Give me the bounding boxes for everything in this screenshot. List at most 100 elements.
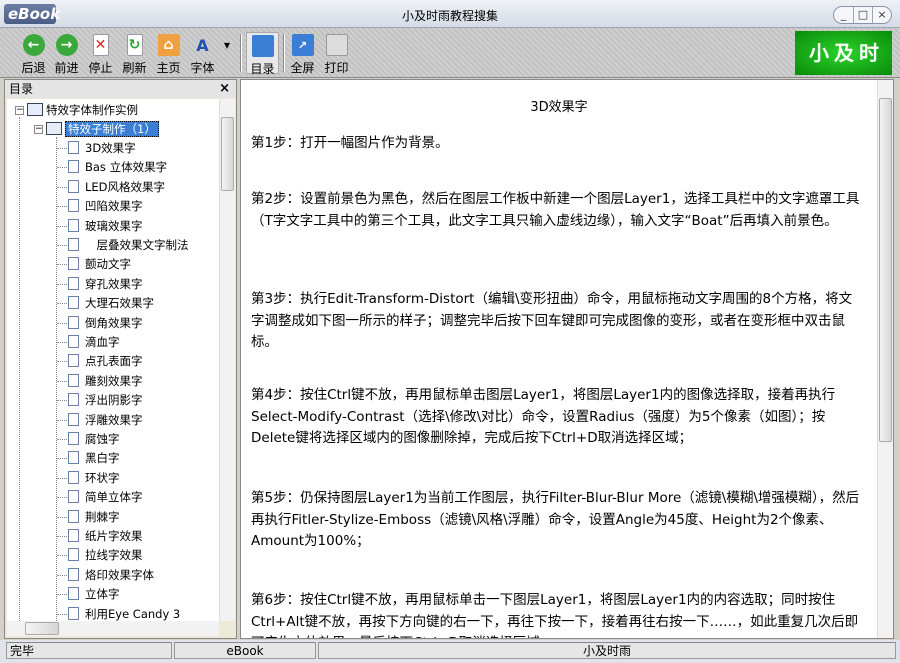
book-icon	[27, 103, 43, 116]
maximize-button[interactable]: □	[853, 7, 872, 23]
document-icon	[68, 393, 79, 407]
fullscreen-icon: ↗	[291, 34, 314, 56]
document-icon	[68, 335, 79, 348]
toc-vertical-scrollbar[interactable]	[219, 99, 235, 621]
refresh-button[interactable]: ↻ 刷新	[118, 32, 151, 75]
toc-icon	[251, 35, 274, 57]
tree-item-label: 凹陷效果字	[85, 199, 143, 214]
fullscreen-button[interactable]: ↗ 全屏	[286, 32, 319, 75]
tree-item-label: 环状字	[85, 470, 120, 485]
window-title: 小及时雨教程搜集	[401, 9, 498, 23]
tree-folder[interactable]: − 特效子制作（1）	[34, 120, 159, 138]
tree-item-label: 雕刻效果字	[85, 373, 143, 388]
tree-item[interactable]: 利用Eye Candy 3	[57, 605, 180, 621]
tree-item[interactable]: LED风格效果字	[57, 178, 165, 196]
tree-item[interactable]: 雕刻效果字	[57, 372, 143, 390]
forward-label: 前进	[54, 61, 79, 75]
tree-item-label: Bas 立体效果字	[85, 160, 168, 175]
tree-item[interactable]: 倒角效果字	[57, 314, 143, 332]
tree-item[interactable]: 简单立体字	[57, 488, 143, 506]
tree-item-label: 立体字	[85, 587, 120, 602]
tree-item[interactable]: 穿孔效果字	[57, 275, 143, 293]
tree-item-label: 黑白字	[85, 451, 120, 466]
back-button[interactable]: ← 后退	[17, 32, 50, 75]
book-icon	[46, 122, 62, 135]
document-icon	[68, 141, 79, 154]
tree-root[interactable]: − 特效字体制作实例	[15, 101, 138, 119]
tree-item[interactable]: 颤动文字	[57, 255, 131, 273]
collapse-icon[interactable]: −	[34, 125, 43, 134]
tree-item[interactable]: 黑白字	[57, 449, 120, 467]
step-paragraph: 第5步：仍保持图层Layer1为当前工作图层，执行Filter-Blur-Blu…	[251, 490, 860, 549]
home-button[interactable]: ⌂ 主页	[152, 32, 185, 75]
close-button[interactable]: ×	[872, 7, 891, 23]
scroll-thumb[interactable]	[221, 117, 234, 191]
toc-title: 目录	[9, 82, 34, 96]
fullscreen-label: 全屏	[290, 61, 315, 75]
toc-button[interactable]: 目录	[246, 32, 279, 76]
step-paragraph: 第3步：执行Edit-Transform-Distort（编辑\变形扭曲）命令，…	[251, 291, 853, 350]
tree-item[interactable]: 玻璃效果字	[57, 217, 143, 235]
document-icon	[68, 354, 79, 368]
minimize-button[interactable]: _	[834, 7, 853, 23]
document-icon	[68, 587, 79, 601]
collapse-icon[interactable]: −	[15, 106, 24, 115]
tree-item[interactable]: 凹陷效果字	[57, 197, 143, 215]
tree-item-label: 玻璃效果字	[85, 218, 143, 233]
forward-button[interactable]: → 前进	[50, 32, 83, 75]
tree-item[interactable]: 浮雕效果字	[57, 411, 143, 429]
status-app: eBook	[174, 642, 316, 659]
document-icon	[68, 509, 79, 523]
tree-item-label: 颤动文字	[85, 257, 131, 272]
status-bar: 完毕 eBook 小及时雨	[0, 640, 900, 663]
tree-item-label: 倒角效果字	[85, 315, 143, 330]
document-icon	[68, 315, 79, 329]
tree-item[interactable]: 环状字	[57, 469, 120, 487]
document-title: 3D效果字	[530, 100, 588, 115]
document-icon	[68, 451, 79, 465]
toolbar: ← 后退 → 前进 ✕ 停止 ↻ 刷新 ⌂ 主页 A 字体 ▾ 目录 ↗ 全屏 打印 小及时	[0, 28, 900, 78]
tree-item[interactable]: 大理石效果字	[57, 294, 154, 312]
step-paragraph: 第4步：按住Ctrl键不放，再用鼠标单击图层Layer1，将图层Layer1内的…	[251, 387, 836, 446]
tree-item-label: 利用Eye Candy 3	[85, 606, 181, 621]
font-button[interactable]: A 字体	[186, 32, 219, 76]
content-vertical-scrollbar[interactable]	[877, 80, 893, 638]
stop-icon: ✕	[92, 34, 109, 56]
document-icon	[68, 199, 79, 213]
toc-tree: − 特效字体制作实例 − 特效子制作（1） 3D效果字 Bas 立体效果字 LED风格效…	[7, 99, 219, 621]
tree-item[interactable]: 拉线字效果	[57, 546, 143, 564]
tree-item[interactable]: 腐蚀字	[57, 430, 120, 448]
document-icon	[68, 529, 79, 542]
toc-close-button[interactable]: ×	[219, 80, 230, 98]
toolbar-separator	[240, 34, 242, 72]
tree-item[interactable]: 滴血字	[57, 333, 120, 351]
forward-arrow-icon: →	[55, 34, 78, 56]
document-icon	[68, 432, 79, 445]
step-paragraph: 第1步：打开一幅图片作为背景。	[251, 135, 449, 151]
stop-button[interactable]: ✕ 停止	[84, 32, 117, 75]
tree-item-label: 浮雕效果字	[85, 412, 143, 427]
step-paragraph: 第6步：按住Ctrl键不放，再用鼠标单击一下图层Layer1，将图层Layer1…	[251, 592, 859, 638]
tree-item-label: 纸片字效果	[85, 529, 143, 543]
tree-item[interactable]: 点孔表面字	[57, 352, 143, 370]
tree-item[interactable]: Bas 立体效果字	[57, 158, 167, 176]
toc-horizontal-scrollbar[interactable]	[7, 621, 219, 636]
tree-item[interactable]: 浮出阴影字	[57, 391, 143, 409]
scroll-thumb[interactable]	[25, 622, 59, 635]
tree-item[interactable]: 3D效果字	[57, 139, 136, 157]
document-icon	[68, 296, 79, 310]
tree-item[interactable]: 荆棘字	[57, 508, 120, 526]
document-icon	[68, 276, 79, 290]
toolbar-dropdown[interactable]: ▾	[220, 38, 234, 80]
tree-item-label: LED风格效果字	[85, 179, 166, 194]
tree-item[interactable]: 纸片字效果	[57, 527, 143, 545]
toc-panel: 目录 × − 特效字体制作实例 − 特效子制作（1） 3D效果字 Bas 立体效果字 LE…	[4, 79, 237, 639]
scroll-thumb[interactable]	[879, 98, 892, 442]
tree-item[interactable]: 烙印效果字体	[57, 566, 154, 584]
tree-item[interactable]: 立体字	[57, 585, 120, 603]
print-button[interactable]: 打印	[320, 32, 353, 75]
document-icon	[68, 606, 79, 620]
document-icon	[68, 218, 79, 232]
tree-item-label: 点孔表面字	[85, 354, 143, 369]
tree-item[interactable]: 层叠效果文字制法	[57, 236, 189, 254]
